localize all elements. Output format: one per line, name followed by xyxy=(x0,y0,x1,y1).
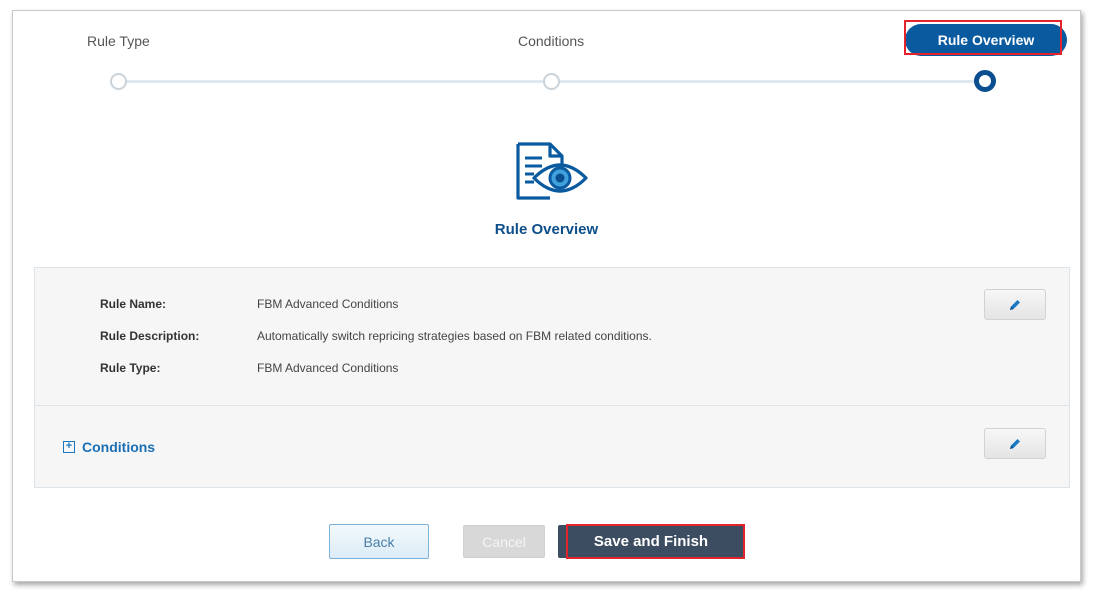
active-step-highlight-box xyxy=(904,20,1062,55)
step-label-rule-type[interactable]: Rule Type xyxy=(87,33,150,49)
cancel-button[interactable]: Cancel xyxy=(463,525,545,558)
step-dot-rule-overview[interactable] xyxy=(974,70,996,92)
rule-name-value: FBM Advanced Conditions xyxy=(257,297,399,311)
edit-conditions-button[interactable] xyxy=(984,428,1046,459)
step-dot-rule-type[interactable] xyxy=(110,73,127,90)
back-button[interactable]: Back xyxy=(329,524,429,559)
plus-square-icon: + xyxy=(63,441,75,453)
step-dot-conditions[interactable] xyxy=(543,73,560,90)
save-and-finish-button[interactable]: Save and Finish xyxy=(558,525,744,558)
conditions-expand-toggle[interactable]: + Conditions xyxy=(63,439,155,455)
rule-type-label: Rule Type: xyxy=(100,361,161,375)
pencil-icon xyxy=(1010,438,1020,449)
edit-details-button[interactable] xyxy=(984,289,1046,320)
rule-wizard-window: Rule Type Conditions Rule Overview Rule … xyxy=(12,10,1081,582)
rule-name-label: Rule Name: xyxy=(100,297,167,311)
step-label-conditions[interactable]: Conditions xyxy=(518,33,584,49)
rule-description-value: Automatically switch repricing strategie… xyxy=(257,329,652,343)
overview-title: Rule Overview xyxy=(494,221,599,238)
rule-type-value: FBM Advanced Conditions xyxy=(257,361,399,375)
conditions-label: Conditions xyxy=(82,439,156,455)
document-eye-icon xyxy=(516,142,588,200)
rule-description-label: Rule Description: xyxy=(100,329,200,343)
rule-details-panel: Rule Name: FBM Advanced Conditions Rule … xyxy=(34,267,1070,488)
pencil-icon xyxy=(1010,299,1020,310)
panel-divider xyxy=(35,405,1069,406)
